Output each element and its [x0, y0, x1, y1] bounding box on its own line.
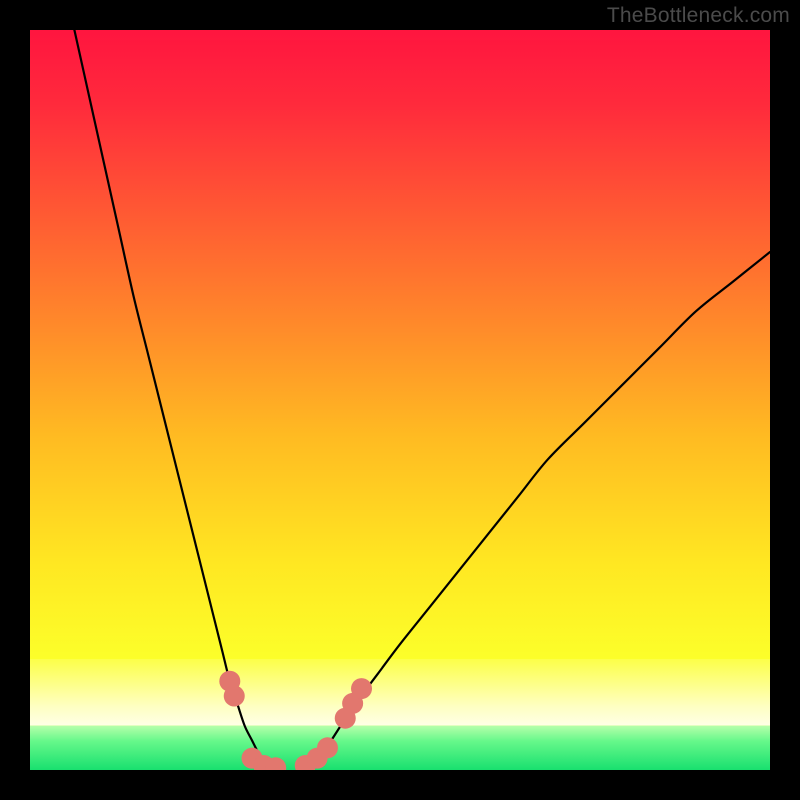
- left-dot-2: [224, 686, 245, 707]
- watermark-text: TheBottleneck.com: [607, 4, 790, 28]
- chart-plot-area: [30, 30, 770, 770]
- green-band: [30, 726, 770, 770]
- chart-svg: [30, 30, 770, 770]
- yellow-band: [30, 659, 770, 726]
- bottom-dot-6: [317, 737, 338, 758]
- right-dot-3: [351, 678, 372, 699]
- outer-frame: TheBottleneck.com: [0, 0, 800, 800]
